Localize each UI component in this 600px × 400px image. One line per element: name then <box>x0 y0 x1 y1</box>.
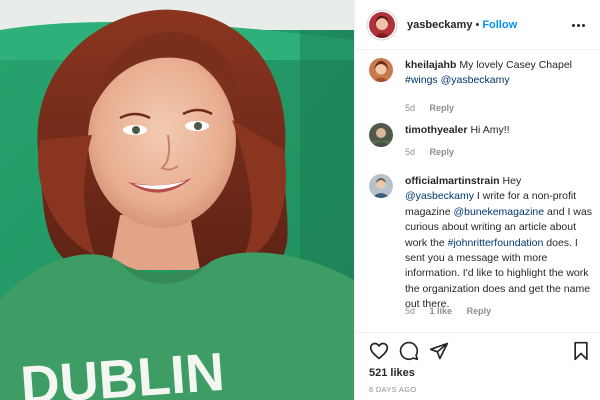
post-header: yasbeckamy • Follow <box>355 0 600 50</box>
comment-username[interactable]: timothyealer <box>405 124 467 136</box>
share-icon[interactable] <box>427 339 451 363</box>
reply-button[interactable]: Reply <box>430 147 455 157</box>
comment-text-segment: My lovely Casey Chapel <box>459 59 572 71</box>
header-separator: • <box>475 18 480 31</box>
likes-count[interactable]: 521 likes <box>369 367 415 379</box>
comment-item: kheilajahb My lovely Casey Chapel #wings … <box>369 58 593 118</box>
comment-icon[interactable] <box>397 339 421 363</box>
reply-button[interactable]: Reply <box>467 306 492 316</box>
reply-button[interactable]: Reply <box>430 103 455 113</box>
hashtag-link[interactable]: #johnritterfoundation <box>448 237 544 249</box>
comment-item: officialmartinstrain Hey @yasbeckamy I wr… <box>369 174 593 324</box>
commenter-avatar[interactable] <box>369 123 393 147</box>
more-horizontal-icon[interactable] <box>569 16 587 34</box>
comment-meta: 5d Reply <box>405 147 466 157</box>
hashtag-link[interactable]: #wings <box>405 74 438 86</box>
comment-age: 5d <box>405 147 416 157</box>
mention-link[interactable]: @yasbeckamy <box>405 190 474 202</box>
comment-meta: 5d 1 like Reply <box>405 306 503 316</box>
comment-age: 5d <box>405 306 416 316</box>
commenter-avatar[interactable] <box>369 58 393 82</box>
comment-username[interactable]: kheilajahb <box>405 59 456 71</box>
comment-text-segment: Hey <box>502 175 522 187</box>
comment-text-segment: Hi Amy!! <box>470 124 510 136</box>
comment-text: timothyealer Hi Amy!! <box>405 123 593 138</box>
post-timestamp: 6 DAYS AGO <box>369 385 417 394</box>
comment-text: kheilajahb My lovely Casey Chapel #wings … <box>405 58 593 89</box>
commenter-avatar[interactable] <box>369 174 393 198</box>
selfie-image: DUBLIN <box>0 0 354 400</box>
comment-item: timothyealer Hi Amy!! 5d Reply <box>369 123 593 163</box>
post-actions: 521 likes 6 DAYS AGO <box>355 332 600 400</box>
author-avatar[interactable] <box>369 11 395 38</box>
comment-text: officialmartinstrain Hey @yasbeckamy I wr… <box>405 174 593 313</box>
comment-likes[interactable]: 1 like <box>430 306 453 316</box>
action-icons <box>367 339 593 365</box>
comment-meta: 5d Reply <box>405 103 466 113</box>
mention-link[interactable]: @yasbeckamy <box>441 74 510 86</box>
heart-icon[interactable] <box>367 339 391 363</box>
comment-age: 5d <box>405 103 416 113</box>
comments-list[interactable]: kheilajahb My lovely Casey Chapel #wings … <box>355 50 600 332</box>
follow-button[interactable]: Follow <box>482 19 517 31</box>
author-username[interactable]: yasbeckamy <box>407 19 472 31</box>
post-sidebar: yasbeckamy • Follow kheilajahb My lovely … <box>354 0 600 400</box>
mention-link[interactable]: @bunekemagazine <box>453 206 544 218</box>
post-photo[interactable]: DUBLIN <box>0 0 354 400</box>
comment-username[interactable]: officialmartinstrain <box>405 175 500 187</box>
bookmark-icon[interactable] <box>569 339 593 363</box>
